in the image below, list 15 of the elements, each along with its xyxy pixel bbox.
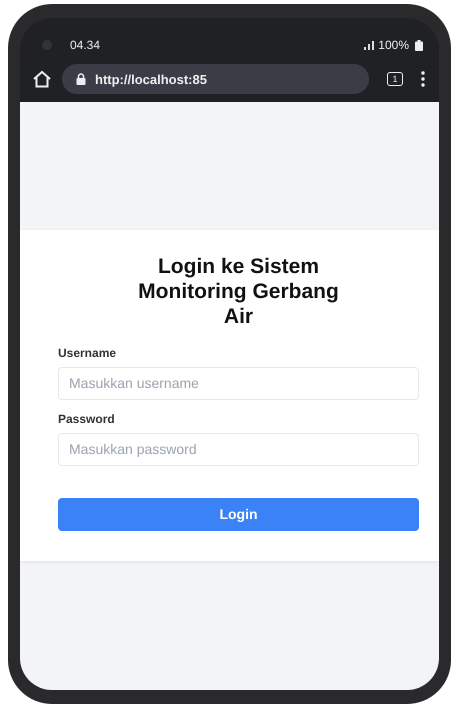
field-label: Password: [58, 412, 116, 426]
lock-icon: [76, 73, 86, 85]
address-bar[interactable]: http://localhost:85: [62, 64, 369, 94]
battery-icon: [415, 40, 423, 50]
login-button[interactable]: Login: [58, 498, 419, 531]
battery-level: 100%: [378, 38, 409, 52]
home-icon[interactable]: [32, 70, 52, 88]
login-title: Login ke Sistem Monitoring Gerbang Air: [137, 254, 340, 330]
menu-icon[interactable]: [421, 71, 425, 87]
tab-count-button[interactable]: 1: [387, 72, 403, 86]
input-field[interactable]: Masukkan username: [58, 366, 419, 400]
field-label: Username: [58, 346, 118, 360]
input-field[interactable]: Masukkan password: [58, 432, 419, 466]
status-time: 04.34: [70, 38, 100, 52]
signal-icon: [364, 40, 374, 50]
